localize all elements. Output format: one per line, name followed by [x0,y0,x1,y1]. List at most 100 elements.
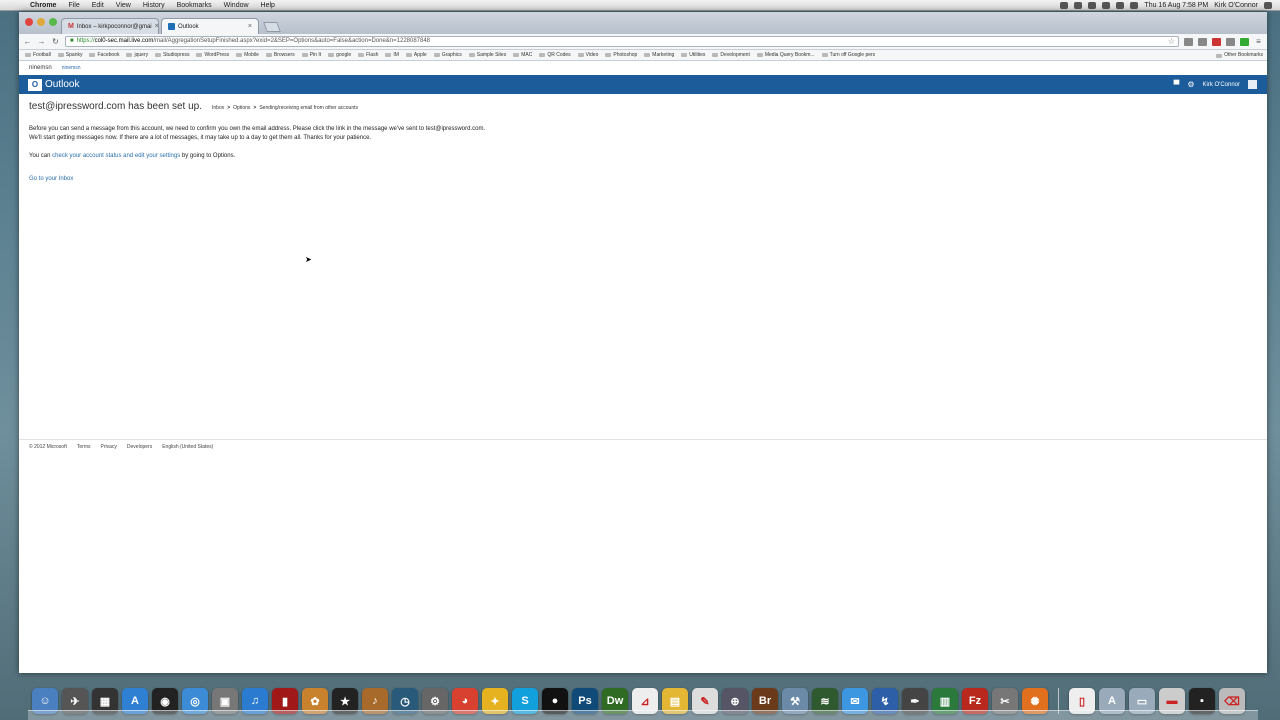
gear-icon[interactable]: ⚙ [1187,80,1194,89]
bookmark-item[interactable]: Video [577,52,598,58]
minimize-window-button[interactable] [37,18,45,26]
folder-icon [644,53,651,57]
wifi-icon[interactable] [1116,2,1125,9]
bookmark-item[interactable]: Marketing [644,52,674,58]
message-line-1: Before you can send a message from this … [29,126,486,132]
back-icon[interactable]: ← [23,37,32,46]
bookmark-label: google [336,52,352,58]
new-tab-button[interactable] [263,22,281,32]
extension-icon[interactable] [1240,37,1249,46]
menu-app-name[interactable]: Chrome [30,0,56,11]
bookmark-item[interactable]: Browsers [265,52,295,58]
dropbox-icon[interactable] [1074,2,1083,9]
bookmark-item[interactable]: google [328,52,351,58]
bookmark-item[interactable]: Utilities [681,52,705,58]
menu-user[interactable]: Kirk O'Connor [1214,0,1258,11]
dock-shelf [28,710,1258,720]
bookmark-star-icon[interactable]: ☆ [1168,37,1178,46]
bookmark-item[interactable]: Media Query Bookm... [756,52,815,58]
folder-icon [265,53,272,57]
bookmark-item[interactable]: Studiopress [155,52,189,58]
tab-gmail[interactable]: M Inbox – kirkpoconnor@gmai × [61,18,159,34]
breadcrumb-inbox[interactable]: Inbox [212,105,224,111]
breadcrumb-current: Sending/receiving email from other accou… [259,105,358,111]
footer-privacy-link[interactable]: Privacy [101,444,117,450]
bookmark-item[interactable]: Graphics [433,52,462,58]
folder-icon [89,53,96,57]
bookmark-item[interactable]: Facebook [89,52,119,58]
extension-icon[interactable] [1184,37,1193,46]
tab-strip: M Inbox – kirkpoconnor@gmai × Outlook × [19,12,1267,34]
account-settings-link[interactable]: check your account status and edit your … [52,153,180,159]
menu-extras: Thu 16 Aug 7:58 PM Kirk O'Connor [1060,0,1272,11]
bookmark-item[interactable]: Photoshop [605,52,637,58]
chevron-right-icon: > [227,105,231,111]
outlook-header: O Outlook ▀ ⚙ Kirk O'Connor [19,75,1267,94]
close-window-button[interactable] [25,18,33,26]
folder-icon [196,53,203,57]
bookmark-label: Spanky [65,52,83,58]
outlook-brand[interactable]: Outlook [45,79,79,90]
ninemsn-logo[interactable]: ninemsn [29,65,52,71]
bookmark-item[interactable]: Football [25,52,51,58]
extension-icon[interactable] [1198,37,1207,46]
footer-developers-link[interactable]: Developers [127,444,152,450]
menu-window[interactable]: Window [224,0,249,11]
tab-outlook[interactable]: Outlook × [161,18,259,34]
user-name[interactable]: Kirk O'Connor [1203,82,1241,88]
bookmark-label: Marketing [652,52,675,58]
go-to-inbox-link[interactable]: Go to your Inbox [29,176,1257,182]
folder-icon [385,53,392,57]
bluetooth-icon[interactable] [1088,2,1097,9]
bookmark-item[interactable]: Pin It [301,52,321,58]
menu-history[interactable]: History [143,0,165,11]
zoom-window-button[interactable] [49,18,57,26]
menu-file[interactable]: File [68,0,79,11]
settings-prefix: You can [29,153,51,159]
bookmark-item[interactable]: WordPress [196,52,229,58]
bookmark-item[interactable]: Apple [405,52,427,58]
outlook-logo-icon[interactable]: O [28,78,42,91]
time-machine-icon[interactable] [1102,2,1111,9]
bookmark-item[interactable]: Turn off Google pers [821,52,875,58]
messenger-icon[interactable]: ▀ [1174,80,1180,89]
menu-view[interactable]: View [116,0,131,11]
other-bookmarks[interactable]: Other Bookmarks [1216,50,1263,60]
bookmark-item[interactable]: Flash [358,52,378,58]
bookmark-item[interactable]: Spanky [57,52,83,58]
bookmark-item[interactable]: Mobile [236,52,259,58]
bookmark-label: WordPress [204,52,230,58]
bookmark-item[interactable]: QR Codes [539,52,571,58]
lock-icon[interactable]: ■ [70,37,74,46]
apple-icon[interactable] [10,1,18,9]
spotlight-icon[interactable] [1264,2,1272,9]
ninemsn-link[interactable]: ninemsn [62,65,81,71]
avatar[interactable] [1248,80,1257,89]
close-tab-icon[interactable]: × [248,19,252,34]
bookmark-item[interactable]: Development [712,52,750,58]
bookmark-label: Football [33,52,51,58]
camera-icon[interactable] [1060,2,1069,9]
reload-icon[interactable]: ↻ [51,37,60,46]
menu-help[interactable]: Help [261,0,275,11]
footer-language-link[interactable]: English (United States) [162,444,213,450]
bookmark-item[interactable]: Sample Sites [468,52,506,58]
folder-icon [328,53,335,57]
menu-edit[interactable]: Edit [92,0,104,11]
address-bar[interactable]: ■ https://col0-sec.mail.live.com/mail/Ag… [65,36,1179,47]
bookmark-item[interactable]: jquery [126,52,148,58]
close-tab-icon[interactable]: × [155,19,158,34]
extension-icon[interactable] [1226,37,1235,46]
menu-bookmarks[interactable]: Bookmarks [177,0,212,11]
bookmark-item[interactable]: IM [385,52,399,58]
tab-title: Inbox – kirkpoconnor@gmai [76,23,152,30]
wrench-menu-icon[interactable]: ≡ [1254,37,1263,46]
breadcrumb-options[interactable]: Options [233,105,250,111]
volume-icon[interactable] [1130,2,1139,9]
headline: test@ipressword.com has been set up. Inb… [29,101,1257,112]
extension-icon[interactable] [1212,37,1221,46]
footer-terms-link[interactable]: Terms [77,444,91,450]
bookmark-item[interactable]: MAC [513,52,532,58]
clock[interactable]: Thu 16 Aug 7:58 PM [1144,0,1208,11]
forward-icon[interactable]: → [37,37,46,46]
